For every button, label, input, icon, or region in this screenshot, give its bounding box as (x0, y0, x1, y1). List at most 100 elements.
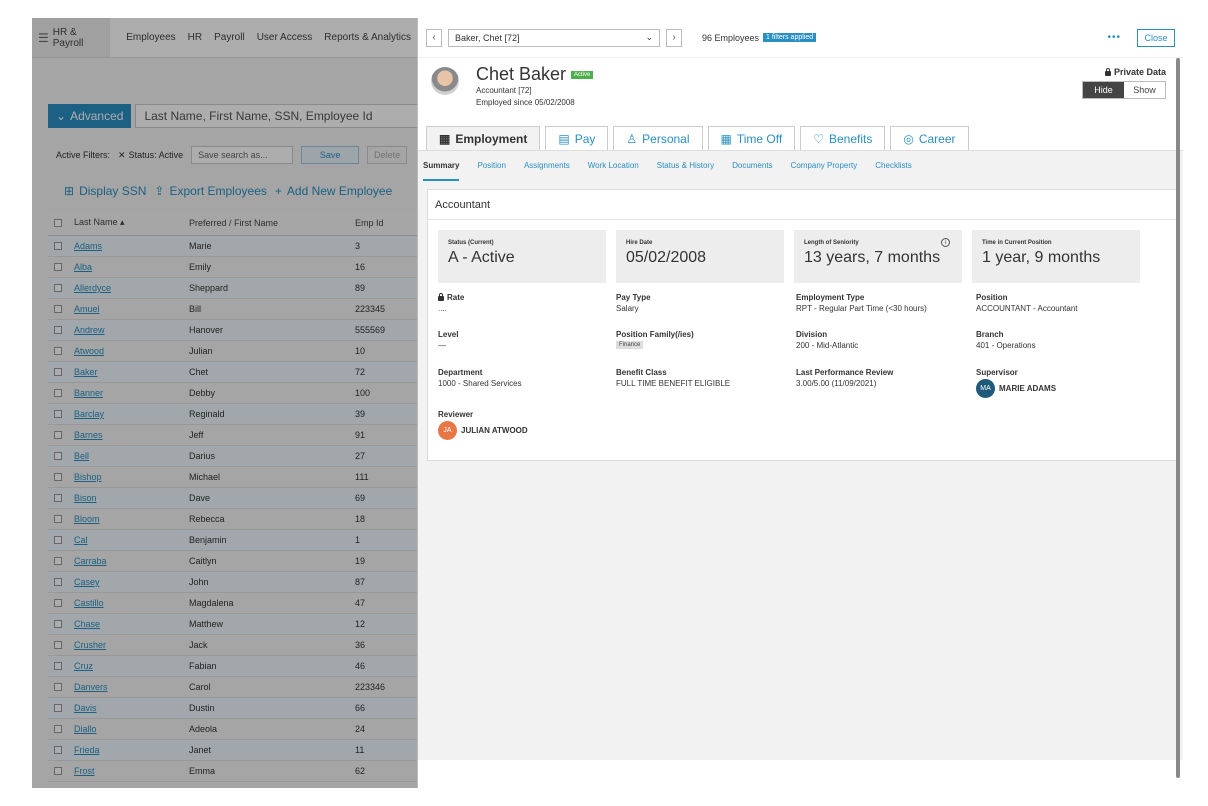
field-label: Department (438, 368, 483, 377)
filters-applied-badge[interactable]: 1 filters applied (763, 33, 817, 42)
field-label: Supervisor (976, 368, 1018, 377)
field-pay-type: Pay Type Salary (616, 293, 651, 313)
chart-icon: ▤ (558, 131, 570, 146)
employee-count-label: 96 Employees (702, 32, 760, 43)
panel-toolbar: ‹ Baker, Chet [72] ⌄ › 96 Employees 1 fi… (418, 18, 1183, 58)
private-data-label-row: Private Data (1104, 67, 1166, 77)
field-value: RPT - Regular Part Time (<30 hours) (796, 304, 927, 313)
stat-label: Time in Current Position (982, 240, 1052, 246)
card-title: Accountant (428, 190, 1176, 220)
stat-label: Length of Seniority (804, 240, 859, 246)
private-data-label: Private Data (1113, 67, 1166, 77)
employee-selector-value: Baker, Chet [72] (455, 32, 520, 43)
chevron-left-icon: ‹ (432, 32, 436, 43)
stat-hire-date: Hire Date 05/02/2008 (616, 230, 784, 283)
field-label: Employment Type (796, 293, 865, 302)
field-label: Benefit Class (616, 368, 667, 377)
subnav-position[interactable]: Position (477, 151, 505, 181)
subnav-assignments[interactable]: Assignments (524, 151, 570, 181)
tab-benefits-label: Benefits (828, 131, 873, 146)
stat-value: 13 years, 7 months (804, 249, 941, 266)
employee-detail-panel: ‹ Baker, Chet [72] ⌄ › 96 Employees 1 fi… (417, 18, 1183, 788)
subnav-summary[interactable]: Summary (423, 151, 460, 181)
field-value: Salary (616, 304, 639, 313)
subnav-documents[interactable]: Documents (732, 151, 772, 181)
tab-personal-label: Personal (642, 131, 690, 146)
supervisor-name[interactable]: MARIE ADAMS (999, 384, 1056, 393)
employed-since: Employed since 05/02/2008 (476, 98, 575, 107)
next-employee-button[interactable]: › (666, 28, 682, 47)
subnav-company-property[interactable]: Company Property (791, 151, 858, 181)
field-reviewer: Reviewer JA JULIAN ATWOOD (438, 410, 528, 440)
heart-icon: ♡ (813, 131, 824, 146)
modal-overlay[interactable] (32, 18, 417, 788)
employee-identity: Chet Baker Active Accountant [72] Employ… (476, 64, 594, 109)
show-private-button[interactable]: Show (1124, 82, 1165, 98)
tab-personal[interactable]: ♙ Personal (613, 126, 703, 150)
tab-time-off-label: Time Off (736, 131, 783, 146)
stat-tiles: Status (Current) A - Active Hire Date 05… (438, 230, 1140, 283)
field-label: Position (976, 293, 1008, 302)
tab-pay[interactable]: ▤ Pay (545, 126, 609, 150)
lock-icon (1104, 67, 1111, 76)
field-branch: Branch 401 - Operations (976, 330, 1036, 350)
more-options-icon[interactable]: ••• (1107, 32, 1121, 43)
supervisor-person[interactable]: MA MARIE ADAMS (976, 379, 1056, 398)
reviewer-person[interactable]: JA JULIAN ATWOOD (438, 421, 528, 440)
chevron-down-icon: ⌄ (645, 32, 653, 42)
building-icon: ▦ (439, 131, 451, 146)
employment-subnav: Summary Position Assignments Work Locati… (418, 150, 1183, 181)
reviewer-name[interactable]: JULIAN ATWOOD (461, 426, 528, 435)
hide-private-button[interactable]: Hide (1083, 82, 1124, 98)
stat-time-in-position: Time in Current Position 1 year, 9 month… (972, 230, 1140, 283)
stat-status: Status (Current) A - Active (438, 230, 606, 283)
panel-scrollbar[interactable] (1176, 58, 1180, 778)
chevron-right-icon: › (672, 32, 676, 43)
close-button[interactable]: Close (1137, 28, 1175, 47)
tab-career[interactable]: ◎ Career (890, 126, 969, 150)
target-icon: ◎ (903, 131, 914, 146)
stat-value: 05/02/2008 (626, 249, 707, 266)
field-value: 401 - Operations (976, 341, 1036, 350)
stat-seniority: Length of Seniority 13 years, 7 months i (794, 230, 962, 283)
field-supervisor: Supervisor MA MARIE ADAMS (976, 368, 1056, 398)
lock-icon (438, 293, 444, 301)
screen: ☰ HR & Payroll Employees HR Payroll User… (0, 0, 1208, 806)
avatar (431, 67, 459, 95)
field-label: Rate (438, 293, 464, 302)
employee-selector[interactable]: Baker, Chet [72] ⌄ (448, 28, 660, 47)
calendar-icon: ▦ (720, 131, 732, 146)
tab-employment[interactable]: ▦ Employment (426, 126, 541, 150)
tab-employment-label: Employment (455, 131, 528, 146)
field-value: 3.00/5.00 (11/09/2021) (796, 379, 877, 388)
tab-career-label: Career (918, 131, 956, 146)
subnav-checklists[interactable]: Checklists (875, 151, 911, 181)
field-label: Last Performance Review (796, 368, 894, 377)
info-icon[interactable]: i (941, 238, 950, 247)
stat-label: Status (Current) (448, 240, 494, 246)
avatar: MA (976, 379, 995, 398)
avatar: JA (438, 421, 457, 440)
employee-name: Chet Baker (476, 64, 567, 84)
field-value: 1000 - Shared Services (438, 379, 522, 388)
private-data-toggle: Hide Show (1082, 81, 1166, 99)
employee-title: Accountant [72] (476, 86, 532, 95)
employee-count: 96 Employees 1 filters applied (702, 32, 817, 43)
stat-label: Hire Date (626, 240, 653, 246)
tab-benefits[interactable]: ♡ Benefits (800, 126, 886, 150)
field-label: Division (796, 330, 828, 339)
subnav-status-history[interactable]: Status & History (657, 151, 714, 181)
field-label: Level (438, 330, 459, 339)
tab-time-off[interactable]: ▦ Time Off (707, 126, 796, 150)
field-position-family: Position Family(/ies) Finance (616, 330, 694, 349)
tab-pay-label: Pay (574, 131, 596, 146)
subnav-work-location[interactable]: Work Location (588, 151, 639, 181)
field-position: Position ACCOUNTANT - Accountant (976, 293, 1078, 313)
employee-name-row: Chet Baker Active (476, 64, 594, 85)
status-badge: Active (571, 70, 594, 79)
stat-value: A - Active (448, 249, 515, 266)
prev-employee-button[interactable]: ‹ (426, 28, 442, 47)
field-value: FULL TIME BENEFIT ELIGIBLE (616, 379, 731, 388)
field-label: Branch (976, 330, 1004, 339)
field-rate: Rate .... (438, 293, 464, 313)
